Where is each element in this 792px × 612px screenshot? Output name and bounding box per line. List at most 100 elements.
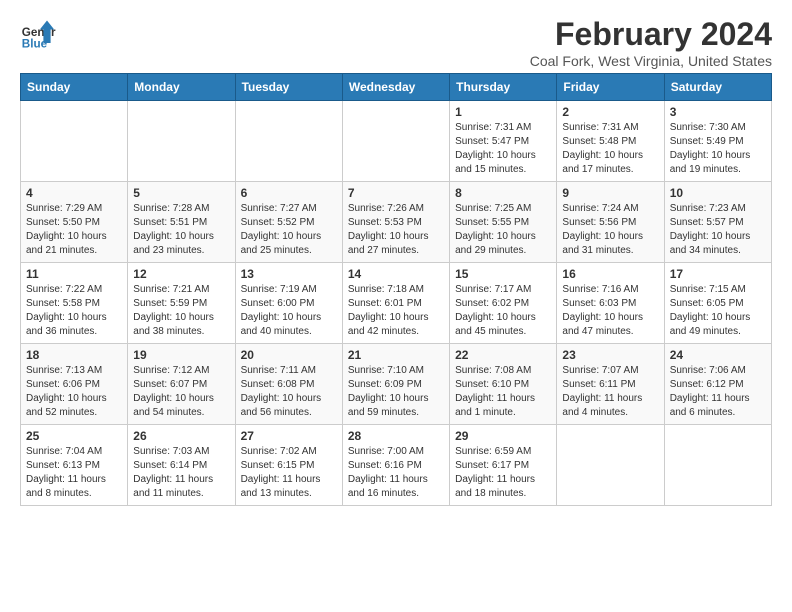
calendar-cell: 26 Sunrise: 7:03 AM Sunset: 6:14 PM Dayli… (128, 425, 235, 506)
day-info: Sunrise: 7:23 AM Sunset: 5:57 PM Dayligh… (670, 202, 766, 258)
day-number: 20 (241, 348, 337, 362)
day-info: Sunrise: 7:11 AM Sunset: 6:08 PM Dayligh… (241, 364, 337, 420)
calendar-cell (128, 101, 235, 182)
day-info: Sunrise: 7:08 AM Sunset: 6:10 PM Dayligh… (455, 364, 551, 420)
day-number: 9 (562, 186, 658, 200)
day-number: 21 (348, 348, 444, 362)
day-info: Sunrise: 7:03 AM Sunset: 6:14 PM Dayligh… (133, 445, 229, 501)
day-number: 25 (26, 429, 122, 443)
day-info: Sunrise: 7:19 AM Sunset: 6:00 PM Dayligh… (241, 283, 337, 339)
calendar-cell: 4Sunrise: 7:29 AM Sunset: 5:50 PM Daylig… (21, 182, 128, 263)
day-info: Sunrise: 7:29 AM Sunset: 5:50 PM Dayligh… (26, 202, 122, 258)
logo: General Blue (20, 16, 56, 52)
day-number: 26 (133, 429, 229, 443)
day-info: Sunrise: 7:10 AM Sunset: 6:09 PM Dayligh… (348, 364, 444, 420)
day-number: 12 (133, 267, 229, 281)
calendar-cell (664, 425, 771, 506)
day-number: 8 (455, 186, 551, 200)
day-number: 23 (562, 348, 658, 362)
day-info: Sunrise: 7:22 AM Sunset: 5:58 PM Dayligh… (26, 283, 122, 339)
day-number: 3 (670, 105, 766, 119)
day-info: Sunrise: 7:31 AM Sunset: 5:48 PM Dayligh… (562, 121, 658, 177)
calendar-cell: 16 Sunrise: 7:16 AM Sunset: 6:03 PM Dayli… (557, 263, 664, 344)
day-info: Sunrise: 7:30 AM Sunset: 5:49 PM Dayligh… (670, 121, 766, 177)
day-number: 11 (26, 267, 122, 281)
logo-icon: General Blue (20, 16, 56, 52)
location-title: Coal Fork, West Virginia, United States (530, 53, 772, 69)
calendar-cell: 8 Sunrise: 7:25 AM Sunset: 5:55 PM Daylig… (450, 182, 557, 263)
day-info: Sunrise: 7:16 AM Sunset: 6:03 PM Dayligh… (562, 283, 658, 339)
day-info: Sunrise: 7:00 AM Sunset: 6:16 PM Dayligh… (348, 445, 444, 501)
day-number: 6 (241, 186, 337, 200)
calendar-cell: 18 Sunrise: 7:13 AM Sunset: 6:06 PM Dayli… (21, 344, 128, 425)
day-header-sunday: Sunday (21, 74, 128, 101)
calendar-cell: 7Sunrise: 7:26 AM Sunset: 5:53 PM Daylig… (342, 182, 449, 263)
day-info: Sunrise: 7:21 AM Sunset: 5:59 PM Dayligh… (133, 283, 229, 339)
day-number: 22 (455, 348, 551, 362)
calendar-cell: 29Sunrise: 6:59 AM Sunset: 6:17 PM Dayli… (450, 425, 557, 506)
month-title: February 2024 (530, 16, 772, 53)
calendar-cell: 20 Sunrise: 7:11 AM Sunset: 6:08 PM Dayli… (235, 344, 342, 425)
calendar-cell: 3 Sunrise: 7:30 AM Sunset: 5:49 PM Daylig… (664, 101, 771, 182)
calendar-cell (342, 101, 449, 182)
day-number: 27 (241, 429, 337, 443)
day-number: 16 (562, 267, 658, 281)
day-number: 19 (133, 348, 229, 362)
day-number: 24 (670, 348, 766, 362)
day-info: Sunrise: 7:18 AM Sunset: 6:01 PM Dayligh… (348, 283, 444, 339)
day-number: 17 (670, 267, 766, 281)
day-number: 18 (26, 348, 122, 362)
calendar-cell: 14 Sunrise: 7:18 AM Sunset: 6:01 PM Dayli… (342, 263, 449, 344)
day-info: Sunrise: 7:26 AM Sunset: 5:53 PM Dayligh… (348, 202, 444, 258)
day-header-friday: Friday (557, 74, 664, 101)
day-header-thursday: Thursday (450, 74, 557, 101)
day-info: Sunrise: 7:24 AM Sunset: 5:56 PM Dayligh… (562, 202, 658, 258)
calendar-cell (21, 101, 128, 182)
day-info: Sunrise: 7:17 AM Sunset: 6:02 PM Dayligh… (455, 283, 551, 339)
day-number: 13 (241, 267, 337, 281)
day-number: 14 (348, 267, 444, 281)
day-header-tuesday: Tuesday (235, 74, 342, 101)
day-info: Sunrise: 7:07 AM Sunset: 6:11 PM Dayligh… (562, 364, 658, 420)
calendar-cell (557, 425, 664, 506)
title-block: February 2024 Coal Fork, West Virginia, … (530, 16, 772, 69)
day-info: Sunrise: 7:27 AM Sunset: 5:52 PM Dayligh… (241, 202, 337, 258)
calendar-cell (235, 101, 342, 182)
calendar-cell: 24Sunrise: 7:06 AM Sunset: 6:12 PM Dayli… (664, 344, 771, 425)
calendar-cell: 19 Sunrise: 7:12 AM Sunset: 6:07 PM Dayli… (128, 344, 235, 425)
day-info: Sunrise: 7:25 AM Sunset: 5:55 PM Dayligh… (455, 202, 551, 258)
calendar-cell: 5 Sunrise: 7:28 AM Sunset: 5:51 PM Daylig… (128, 182, 235, 263)
calendar-cell: 9 Sunrise: 7:24 AM Sunset: 5:56 PM Daylig… (557, 182, 664, 263)
calendar-week-2: 4Sunrise: 7:29 AM Sunset: 5:50 PM Daylig… (21, 182, 772, 263)
calendar-cell: 22 Sunrise: 7:08 AM Sunset: 6:10 PM Dayli… (450, 344, 557, 425)
day-number: 2 (562, 105, 658, 119)
calendar-cell: 10 Sunrise: 7:23 AM Sunset: 5:57 PM Dayli… (664, 182, 771, 263)
day-info: Sunrise: 7:13 AM Sunset: 6:06 PM Dayligh… (26, 364, 122, 420)
day-info: Sunrise: 7:28 AM Sunset: 5:51 PM Dayligh… (133, 202, 229, 258)
day-number: 10 (670, 186, 766, 200)
calendar-week-1: 1 Sunrise: 7:31 AM Sunset: 5:47 PM Daylig… (21, 101, 772, 182)
calendar-cell: 11 Sunrise: 7:22 AM Sunset: 5:58 PM Dayli… (21, 263, 128, 344)
day-number: 1 (455, 105, 551, 119)
calendar-cell: 17 Sunrise: 7:15 AM Sunset: 6:05 PM Dayli… (664, 263, 771, 344)
day-number: 5 (133, 186, 229, 200)
calendar-cell: 28Sunrise: 7:00 AM Sunset: 6:16 PM Dayli… (342, 425, 449, 506)
day-header-monday: Monday (128, 74, 235, 101)
calendar-cell: 6 Sunrise: 7:27 AM Sunset: 5:52 PM Daylig… (235, 182, 342, 263)
day-info: Sunrise: 7:12 AM Sunset: 6:07 PM Dayligh… (133, 364, 229, 420)
calendar-cell: 15 Sunrise: 7:17 AM Sunset: 6:02 PM Dayli… (450, 263, 557, 344)
day-info: Sunrise: 7:15 AM Sunset: 6:05 PM Dayligh… (670, 283, 766, 339)
day-header-wednesday: Wednesday (342, 74, 449, 101)
calendar-week-5: 25 Sunrise: 7:04 AM Sunset: 6:13 PM Dayli… (21, 425, 772, 506)
day-info: Sunrise: 7:31 AM Sunset: 5:47 PM Dayligh… (455, 121, 551, 177)
page-header: General Blue February 2024 Coal Fork, We… (20, 16, 772, 69)
day-header-saturday: Saturday (664, 74, 771, 101)
calendar-cell: 12 Sunrise: 7:21 AM Sunset: 5:59 PM Dayli… (128, 263, 235, 344)
calendar-week-3: 11 Sunrise: 7:22 AM Sunset: 5:58 PM Dayli… (21, 263, 772, 344)
calendar-cell: 21 Sunrise: 7:10 AM Sunset: 6:09 PM Dayli… (342, 344, 449, 425)
calendar-cell: 2 Sunrise: 7:31 AM Sunset: 5:48 PM Daylig… (557, 101, 664, 182)
day-info: Sunrise: 7:04 AM Sunset: 6:13 PM Dayligh… (26, 445, 122, 501)
calendar-cell: 13 Sunrise: 7:19 AM Sunset: 6:00 PM Dayli… (235, 263, 342, 344)
day-number: 15 (455, 267, 551, 281)
day-info: Sunrise: 7:02 AM Sunset: 6:15 PM Dayligh… (241, 445, 337, 501)
